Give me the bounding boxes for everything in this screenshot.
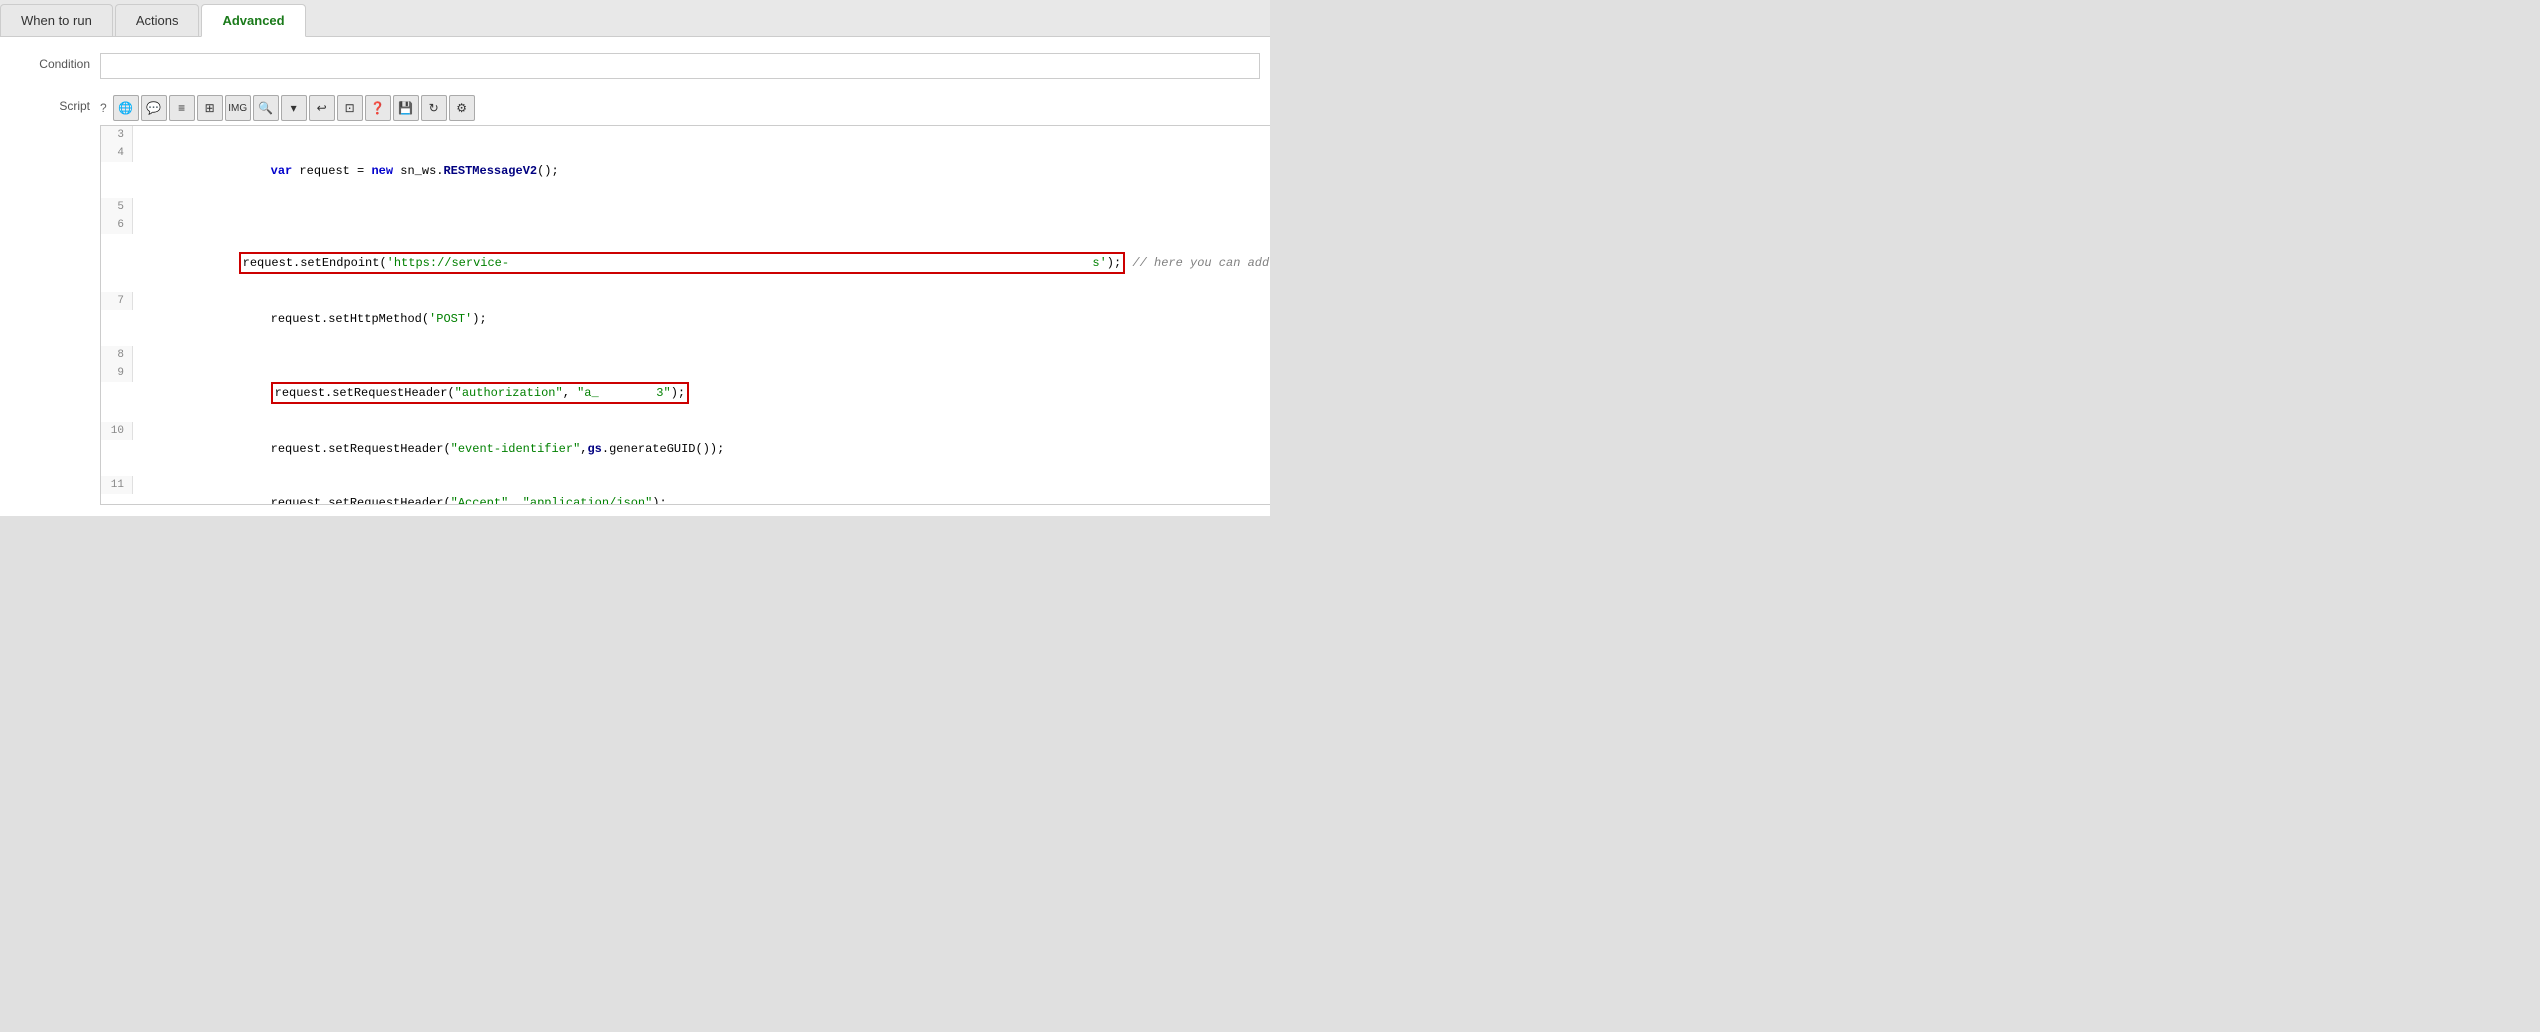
toolbar-btn-dropdown[interactable]: ▾ — [281, 95, 307, 121]
toolbar-btn-image[interactable]: IMG — [225, 95, 251, 121]
code-line-5: 5 — [101, 198, 1270, 216]
code-line-4: 4 var request = new sn_ws.RESTMessageV2(… — [101, 144, 1270, 198]
script-label: Script — [10, 95, 100, 113]
condition-value — [100, 53, 1260, 79]
code-line-6: 6 request.setEndpoint('https://service- … — [101, 216, 1270, 292]
script-toolbar: ? 🌐 💬 ≡ ⊞ IMG 🔍 ▾ ↩ ⊡ ❓ 💾 ↻ ⚙ > — [100, 95, 1270, 121]
toolbar-btn-chat[interactable]: 💬 — [141, 95, 167, 121]
tab-when-to-run[interactable]: When to run — [0, 4, 113, 36]
script-row: Script ? 🌐 💬 ≡ ⊞ IMG 🔍 ▾ ↩ ⊡ ❓ 💾 ↻ — [0, 89, 1270, 511]
toolbar-btn-search[interactable]: 🔍 — [253, 95, 279, 121]
code-line-11: 11 request.setRequestHeader("Accept", "a… — [101, 476, 1270, 505]
help-icon[interactable]: ? — [100, 101, 107, 115]
code-line-10: 10 request.setRequestHeader("event-ident… — [101, 422, 1270, 476]
toolbar-btn-help2[interactable]: ❓ — [365, 95, 391, 121]
script-editor-area: ? 🌐 💬 ≡ ⊞ IMG 🔍 ▾ ↩ ⊡ ❓ 💾 ↻ ⚙ > — [100, 95, 1270, 505]
condition-input[interactable] — [100, 53, 1260, 79]
content-area: Condition Script ? 🌐 💬 ≡ ⊞ IMG 🔍 ▾ ↩ — [0, 37, 1270, 516]
code-line-9: 9 request.setRequestHeader("authorizatio… — [101, 364, 1270, 422]
toolbar-btn-refresh[interactable]: ↻ — [421, 95, 447, 121]
code-line-7: 7 request.setHttpMethod('POST'); — [101, 292, 1270, 346]
toolbar-btn-table[interactable]: ⊞ — [197, 95, 223, 121]
toolbar-btn-settings[interactable]: ⚙ — [449, 95, 475, 121]
toolbar-btn-frame[interactable]: ⊡ — [337, 95, 363, 121]
condition-row: Condition — [0, 47, 1270, 85]
tab-actions[interactable]: Actions — [115, 4, 200, 36]
code-line-3: 3 — [101, 126, 1270, 144]
condition-label: Condition — [10, 53, 100, 71]
toolbar-btn-save[interactable]: 💾 — [393, 95, 419, 121]
code-editor[interactable]: 3 4 var request = new sn_ws.RESTMessageV… — [100, 125, 1270, 505]
tab-advanced[interactable]: Advanced — [201, 4, 305, 37]
toolbar-btn-undo[interactable]: ↩ — [309, 95, 335, 121]
toolbar-btn-lines[interactable]: ≡ — [169, 95, 195, 121]
tab-bar: When to run Actions Advanced — [0, 0, 1270, 37]
code-line-8: 8 — [101, 346, 1270, 364]
main-container: When to run Actions Advanced Condition S… — [0, 0, 1270, 516]
toolbar-btn-globe[interactable]: 🌐 — [113, 95, 139, 121]
